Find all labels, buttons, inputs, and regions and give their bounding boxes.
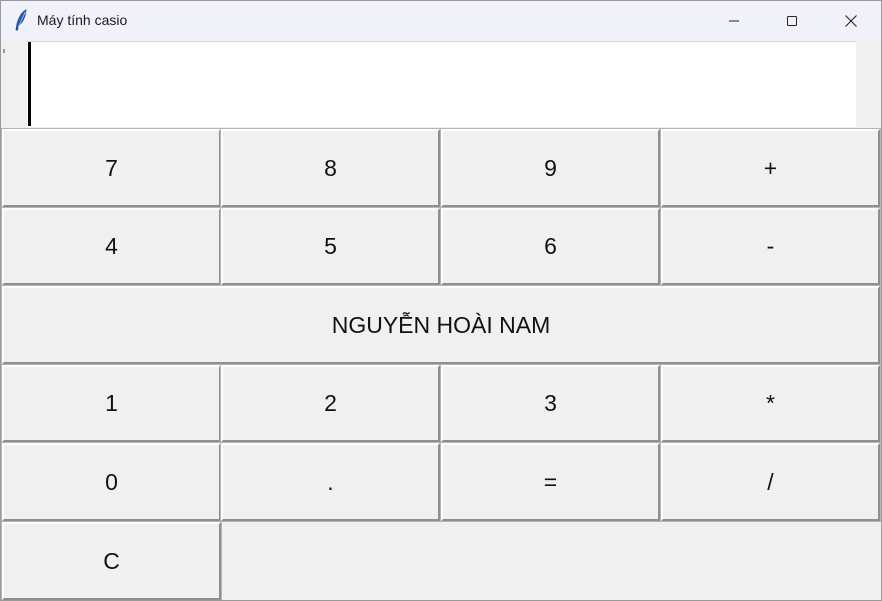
key-1[interactable]: 1 xyxy=(1,364,222,443)
edge-marker xyxy=(3,49,5,53)
key-2[interactable]: 2 xyxy=(220,364,441,443)
close-button[interactable] xyxy=(822,1,880,40)
key-4[interactable]: 4 xyxy=(1,207,222,286)
key-7[interactable]: 7 xyxy=(1,128,222,208)
minimize-icon xyxy=(728,15,740,27)
display-area xyxy=(1,40,881,129)
key-equals[interactable]: = xyxy=(440,442,661,522)
display-entry[interactable] xyxy=(27,41,856,127)
key-8[interactable]: 8 xyxy=(220,128,441,208)
close-icon xyxy=(844,14,858,28)
key-9[interactable]: 9 xyxy=(440,128,661,208)
maximize-icon xyxy=(786,15,798,27)
key-minus[interactable]: - xyxy=(660,207,881,286)
name-banner-button[interactable]: NGUYỄN HOÀI NAM xyxy=(1,285,881,365)
key-plus[interactable]: + xyxy=(660,128,881,208)
feather-icon xyxy=(13,9,31,31)
key-6[interactable]: 6 xyxy=(440,207,661,286)
window-title: Máy tính casio xyxy=(37,12,128,28)
key-clear[interactable]: C xyxy=(1,521,222,600)
text-caret xyxy=(28,42,31,126)
key-divide[interactable]: / xyxy=(660,442,881,522)
minimize-button[interactable] xyxy=(705,1,763,40)
key-multiply[interactable]: * xyxy=(660,364,881,443)
key-5[interactable]: 5 xyxy=(220,207,441,286)
maximize-button[interactable] xyxy=(763,1,821,40)
title-bar[interactable]: Máy tính casio xyxy=(1,1,881,40)
key-decimal[interactable]: . xyxy=(220,442,441,522)
key-3[interactable]: 3 xyxy=(440,364,661,443)
key-0[interactable]: 0 xyxy=(1,442,222,522)
calculator-window: Máy tính casio 7 8 9 + 4 5 6 - NGUYỄN HO… xyxy=(0,0,882,601)
